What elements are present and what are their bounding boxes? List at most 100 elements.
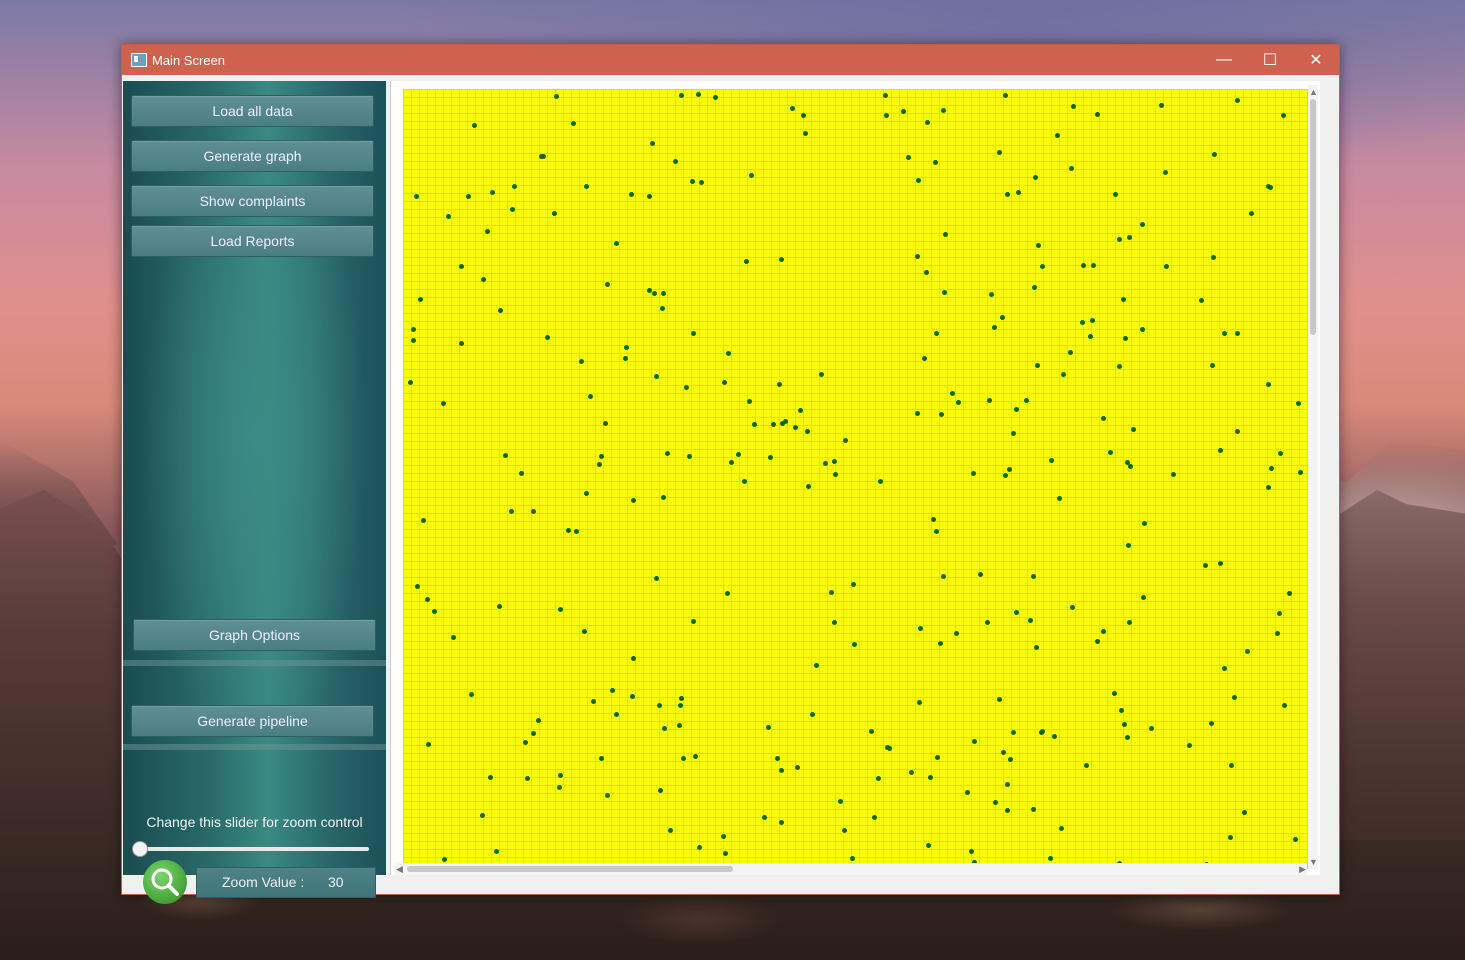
scroll-down-icon[interactable]: ▼ xyxy=(1309,857,1318,867)
graph-node[interactable] xyxy=(928,775,933,780)
graph-node[interactable] xyxy=(446,214,451,219)
scroll-right-icon[interactable]: ▶ xyxy=(1299,864,1306,874)
load-reports-button[interactable]: Load Reports xyxy=(131,225,374,257)
graph-node[interactable] xyxy=(838,799,843,804)
graph-node[interactable] xyxy=(887,746,892,751)
graph-node[interactable] xyxy=(597,462,602,467)
graph-node[interactable] xyxy=(1210,363,1215,368)
scroll-left-icon[interactable]: ◀ xyxy=(396,864,403,874)
graph-node[interactable] xyxy=(584,184,589,189)
graph-node[interactable] xyxy=(985,620,990,625)
graph-node[interactable] xyxy=(1108,450,1113,455)
graph-node[interactable] xyxy=(992,325,997,330)
graph-node[interactable] xyxy=(909,770,914,775)
graph-node[interactable] xyxy=(1296,401,1301,406)
graph-node[interactable] xyxy=(1235,331,1240,336)
graph-node[interactable] xyxy=(777,382,782,387)
graph-node[interactable] xyxy=(647,194,652,199)
graph-node[interactable] xyxy=(915,254,920,259)
graph-node[interactable] xyxy=(1235,429,1240,434)
graph-node[interactable] xyxy=(939,412,944,417)
graph-node[interactable] xyxy=(1052,734,1057,739)
graph-node[interactable] xyxy=(497,604,502,609)
graph-node[interactable] xyxy=(1125,735,1130,740)
graph-node[interactable] xyxy=(1055,133,1060,138)
graph-node[interactable] xyxy=(941,574,946,579)
generate-pipeline-button[interactable]: Generate pipeline xyxy=(131,705,374,737)
graph-node[interactable] xyxy=(691,619,696,624)
graph-node[interactable] xyxy=(801,113,806,118)
graph-node[interactable] xyxy=(969,849,974,854)
graph-node[interactable] xyxy=(798,408,803,413)
graph-node[interactable] xyxy=(916,178,921,183)
graph-node[interactable] xyxy=(1032,285,1037,290)
graph-node[interactable] xyxy=(531,731,536,736)
graph-node[interactable] xyxy=(579,359,584,364)
graph-node[interactable] xyxy=(631,498,636,503)
graph-node[interactable] xyxy=(1090,318,1095,323)
graph-node[interactable] xyxy=(1266,184,1271,189)
graph-node[interactable] xyxy=(1036,243,1041,248)
graph-node[interactable] xyxy=(603,421,608,426)
graph-node[interactable] xyxy=(762,815,767,820)
graph-node[interactable] xyxy=(629,192,634,197)
graph-node[interactable] xyxy=(536,718,541,723)
graph-node[interactable] xyxy=(1266,485,1271,490)
graph-node[interactable] xyxy=(1141,595,1146,600)
graph-node[interactable] xyxy=(418,297,423,302)
graph-node[interactable] xyxy=(942,290,947,295)
graph-node[interactable] xyxy=(623,356,628,361)
graph-node[interactable] xyxy=(442,857,447,862)
graph-node[interactable] xyxy=(954,631,959,636)
graph-node[interactable] xyxy=(906,155,911,160)
graph-node[interactable] xyxy=(1088,334,1093,339)
graph-node[interactable] xyxy=(1070,605,1075,610)
graph-node[interactable] xyxy=(1245,649,1250,654)
graph-node[interactable] xyxy=(722,380,727,385)
graph-node[interactable] xyxy=(1007,467,1012,472)
graph-node[interactable] xyxy=(523,740,528,745)
graph-node[interactable] xyxy=(965,790,970,795)
vertical-scrollbar[interactable]: ▲ ▼ xyxy=(1308,85,1318,869)
graph-node[interactable] xyxy=(425,597,430,602)
graph-node[interactable] xyxy=(697,845,702,850)
graph-node[interactable] xyxy=(566,528,571,533)
graph-node[interactable] xyxy=(1035,363,1040,368)
graph-node[interactable] xyxy=(843,438,848,443)
graph-node[interactable] xyxy=(494,849,499,854)
graph-node[interactable] xyxy=(432,609,437,614)
graph-node[interactable] xyxy=(1123,336,1128,341)
graph-node[interactable] xyxy=(1212,152,1217,157)
graph-node[interactable] xyxy=(1091,263,1096,268)
graph-node[interactable] xyxy=(531,509,536,514)
magnifier-icon[interactable] xyxy=(143,860,187,904)
graph-node[interactable] xyxy=(1061,372,1066,377)
graph-node[interactable] xyxy=(1281,113,1286,118)
graph-node[interactable] xyxy=(736,452,741,457)
graph-node[interactable] xyxy=(408,380,413,385)
graph-node[interactable] xyxy=(630,694,635,699)
graph-node[interactable] xyxy=(665,451,670,456)
graph-node[interactable] xyxy=(677,723,682,728)
graph-node[interactable] xyxy=(1209,721,1214,726)
graph-node[interactable] xyxy=(466,194,471,199)
graph-node[interactable] xyxy=(1203,563,1208,568)
graph-node[interactable] xyxy=(790,106,795,111)
graph-node[interactable] xyxy=(657,703,662,708)
graph-node[interactable] xyxy=(503,453,508,458)
graph-node[interactable] xyxy=(934,529,939,534)
graph-node[interactable] xyxy=(1287,591,1292,596)
graph-node[interactable] xyxy=(806,484,811,489)
graph-node[interactable] xyxy=(582,629,587,634)
graph-node[interactable] xyxy=(1121,297,1126,302)
graph-node[interactable] xyxy=(1003,93,1008,98)
graph-node[interactable] xyxy=(938,641,943,646)
graph-node[interactable] xyxy=(934,331,939,336)
zoom-slider-track[interactable] xyxy=(137,847,369,851)
graph-node[interactable] xyxy=(1071,104,1076,109)
title-bar[interactable]: Main Screen — ☐ ✕ xyxy=(122,45,1339,75)
graph-node[interactable] xyxy=(768,455,773,460)
graph-node[interactable] xyxy=(1222,331,1227,336)
graph-node[interactable] xyxy=(943,232,948,237)
graph-node[interactable] xyxy=(829,590,834,595)
